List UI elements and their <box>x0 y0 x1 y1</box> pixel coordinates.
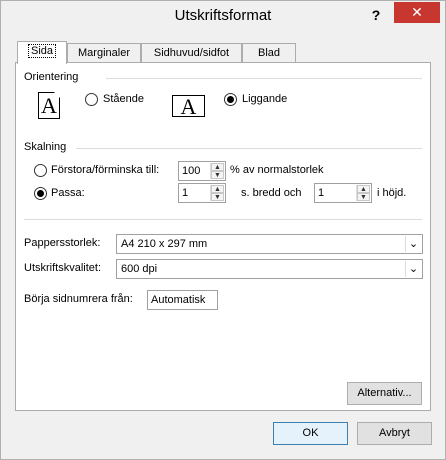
fit-to-label: Passa: <box>51 187 85 199</box>
tab-header-footer[interactable]: Sidhuvud/sidfot <box>141 43 242 63</box>
adjust-to-spinner[interactable]: 100 ▲ ▼ <box>178 161 226 181</box>
tab-margins-label: Marginaler <box>78 47 130 59</box>
spin-up-icon[interactable]: ▲ <box>357 185 370 193</box>
scaling-separator <box>76 148 422 149</box>
fit-tall-spinner[interactable]: 1 ▲ ▼ <box>314 183 372 203</box>
print-quality-label: Utskriftskvalitet: <box>24 262 102 274</box>
print-quality-select[interactable]: 600 dpi ⌄ <box>116 259 423 279</box>
orientation-group-label: Orientering <box>24 71 79 83</box>
paper-size-select[interactable]: A4 210 x 297 mm ⌄ <box>116 234 423 254</box>
chevron-down-icon[interactable]: ⌄ <box>405 261 421 277</box>
landscape-label: Liggande <box>242 93 288 105</box>
print-quality-value: 600 dpi <box>121 263 158 275</box>
help-button[interactable]: ? <box>363 4 389 26</box>
spin-up-icon[interactable]: ▲ <box>211 163 224 171</box>
paper-size-value: A4 210 x 297 mm <box>121 238 208 250</box>
chevron-down-icon[interactable]: ⌄ <box>405 236 421 252</box>
portrait-label: Stående <box>103 93 144 105</box>
title-bar: Utskriftsformat ? ✕ <box>1 1 445 31</box>
portrait-icon-letter: A <box>41 93 57 118</box>
spin-down-icon[interactable]: ▼ <box>357 193 370 201</box>
first-page-number-input[interactable]: Automatisk <box>147 290 218 310</box>
fit-to-radio[interactable] <box>34 187 47 200</box>
tab-header-footer-label: Sidhuvud/sidfot <box>153 47 230 59</box>
adjust-to-value: 100 <box>182 165 201 177</box>
portrait-radio[interactable] <box>85 93 98 106</box>
spin-down-icon[interactable]: ▼ <box>211 171 224 179</box>
ok-button[interactable]: OK <box>273 422 348 445</box>
tab-page[interactable]: Sida <box>17 41 67 64</box>
options-button[interactable]: Alternativ... <box>347 382 422 405</box>
portrait-page-icon: A <box>38 92 60 119</box>
scaling-group-label: Skalning <box>24 141 67 153</box>
cancel-button[interactable]: Avbryt <box>357 422 432 445</box>
paper-size-label: Pappersstorlek: <box>24 237 101 249</box>
page-setup-dialog: Utskriftsformat ? ✕ Sida Marginaler Sidh… <box>0 0 446 460</box>
close-button[interactable]: ✕ <box>394 2 440 23</box>
landscape-page-icon: A <box>172 94 205 119</box>
scaling-bottom-separator <box>24 219 422 220</box>
spin-up-icon[interactable]: ▲ <box>211 185 224 193</box>
fit-wide-spin-arrows[interactable]: ▲ ▼ <box>210 185 224 201</box>
tab-page-label: Sida <box>27 44 57 58</box>
fit-wide-suffix: s. bredd och <box>241 187 302 199</box>
adjust-to-radio[interactable] <box>34 164 47 177</box>
tab-margins[interactable]: Marginaler <box>67 43 141 63</box>
adjust-to-spin-arrows[interactable]: ▲ ▼ <box>210 163 224 179</box>
spin-down-icon[interactable]: ▼ <box>211 193 224 201</box>
tab-sheet-label: Blad <box>257 47 281 59</box>
adjust-to-label: Förstora/förminska till: <box>51 164 160 176</box>
fit-wide-spinner[interactable]: 1 ▲ ▼ <box>178 183 226 203</box>
first-page-number-label: Börja sidnumrera från: <box>24 293 133 305</box>
landscape-icon-letter: A <box>180 94 197 119</box>
fit-wide-value: 1 <box>182 187 189 199</box>
tab-panel-page: Orientering A Stående A Liggande Skalnin… <box>15 62 431 411</box>
landscape-radio[interactable] <box>224 93 237 106</box>
tab-sheet[interactable]: Blad <box>242 43 296 63</box>
adjust-to-suffix: % av normalstorlek <box>230 164 324 176</box>
fit-tall-value: 1 <box>318 187 325 199</box>
fit-tall-suffix: i höjd. <box>377 187 407 199</box>
orientation-separator <box>106 78 422 79</box>
fit-tall-spin-arrows[interactable]: ▲ ▼ <box>356 185 370 201</box>
